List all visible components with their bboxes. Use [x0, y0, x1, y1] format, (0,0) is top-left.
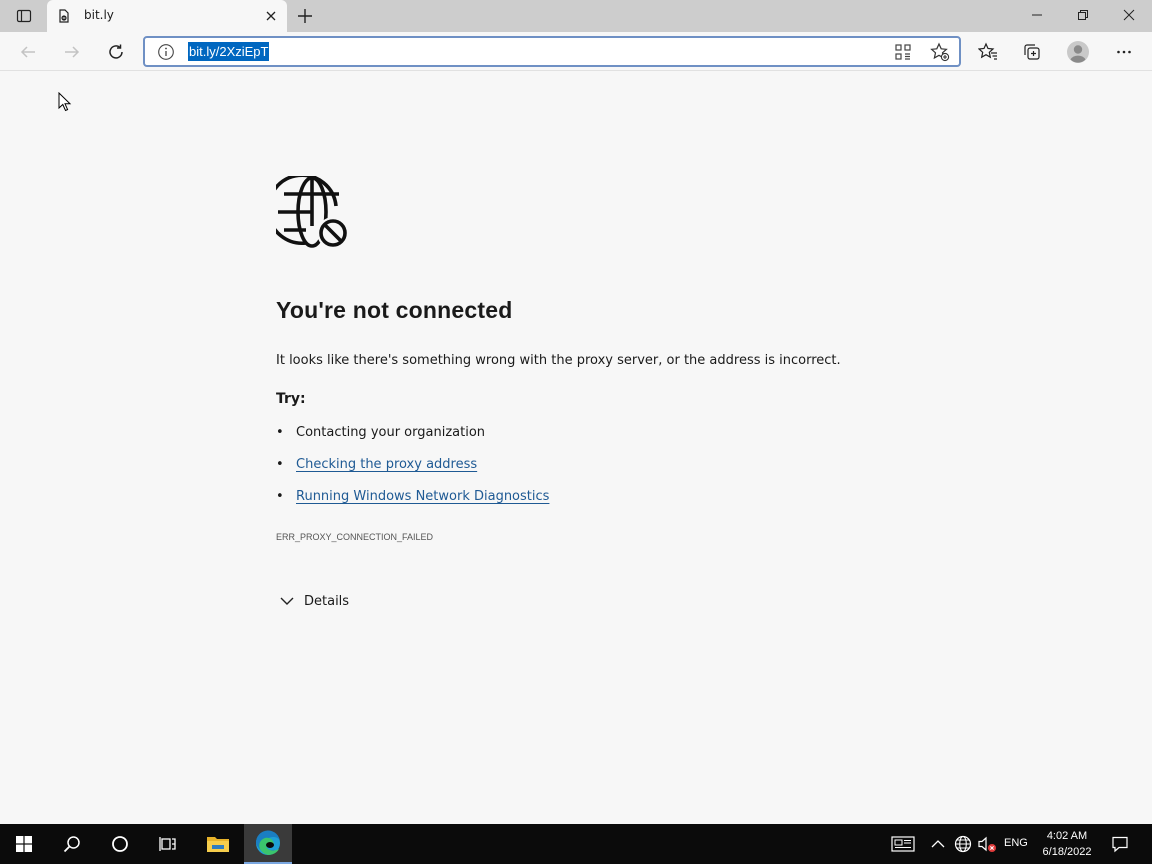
- globe-blocked-icon: [276, 176, 349, 249]
- file-explorer-button[interactable]: [194, 824, 242, 864]
- more-button[interactable]: [1109, 37, 1139, 67]
- network-diagnostics-link[interactable]: Running Windows Network Diagnostics: [296, 489, 549, 504]
- restore-icon: [1078, 10, 1088, 20]
- window-close-button[interactable]: [1106, 0, 1152, 30]
- cortana-icon: [112, 836, 128, 852]
- edge-icon: [255, 830, 280, 856]
- refresh-button[interactable]: [101, 37, 131, 67]
- clock-date: 6/18/2022: [1042, 846, 1092, 858]
- collections-icon: [1024, 44, 1040, 60]
- chevron-up-icon: [931, 840, 945, 848]
- search-icon: [63, 836, 80, 853]
- volume-muted-icon: [978, 836, 996, 852]
- try-heading: Try:: [276, 391, 306, 407]
- address-url[interactable]: bit.ly/2XziEpT: [188, 42, 270, 61]
- browser-tab-active[interactable]: bit.ly: [47, 0, 287, 32]
- apps-icon[interactable]: [894, 43, 912, 61]
- bullet-dot: •: [276, 489, 284, 504]
- details-toggle[interactable]: Details: [276, 591, 349, 611]
- tab-actions-icon: [16, 9, 32, 23]
- details-label: Details: [304, 593, 350, 609]
- network-button[interactable]: [952, 824, 974, 864]
- edge-taskbar-button[interactable]: [244, 824, 292, 864]
- news-button[interactable]: [886, 824, 920, 864]
- favorites-button[interactable]: [973, 37, 1003, 67]
- task-view-button[interactable]: [144, 824, 192, 864]
- news-icon: [891, 836, 915, 852]
- suggestion-contact-organization: Contacting your organization: [296, 425, 486, 440]
- collections-button[interactable]: [1017, 37, 1047, 67]
- error-description: It looks like there's something wrong wi…: [276, 353, 841, 368]
- clock-time: 4:02 AM: [1046, 830, 1088, 842]
- tab-close-button[interactable]: [263, 8, 279, 24]
- tab-strip: bit.ly: [0, 0, 1152, 32]
- task-view-icon: [159, 837, 176, 851]
- check-proxy-link[interactable]: Checking the proxy address: [296, 457, 477, 472]
- add-favorite-icon[interactable]: [930, 42, 950, 62]
- page-favicon: [59, 9, 69, 23]
- minimize-button[interactable]: [1014, 0, 1060, 30]
- taskbar-clock[interactable]: 4:02 AM 6/18/2022: [1036, 828, 1098, 860]
- cortana-button[interactable]: [96, 824, 144, 864]
- restore-button[interactable]: [1060, 0, 1106, 30]
- bullet-dot: •: [276, 457, 284, 472]
- show-hidden-icons-button[interactable]: [928, 824, 948, 864]
- error-title: You're not connected: [276, 297, 513, 323]
- search-button[interactable]: [48, 824, 96, 864]
- windows-start-icon: [16, 836, 32, 852]
- chevron-down-icon: [280, 597, 294, 605]
- more-icon: [1117, 50, 1131, 54]
- browser-toolbar: bit.ly/2XziEpT: [0, 32, 1152, 71]
- minimize-icon: [1032, 14, 1042, 16]
- network-icon: [954, 835, 972, 853]
- mouse-cursor: [58, 92, 72, 112]
- back-button[interactable]: [13, 37, 43, 67]
- address-bar[interactable]: bit.ly/2XziEpT: [143, 36, 961, 67]
- plus-icon: [298, 9, 312, 23]
- profile-button[interactable]: [1063, 37, 1093, 67]
- notifications-icon: [1112, 836, 1128, 853]
- windows-taskbar: ENG 4:02 AM 6/18/2022: [0, 824, 1152, 864]
- start-button[interactable]: [0, 824, 48, 864]
- back-icon: [20, 46, 35, 58]
- notifications-button[interactable]: [1106, 824, 1134, 864]
- favorites-icon: [978, 42, 997, 60]
- forward-icon: [65, 46, 80, 58]
- tab-actions-button[interactable]: [8, 4, 40, 28]
- error-code: ERR_PROXY_CONNECTION_FAILED: [276, 532, 434, 542]
- close-icon: [266, 11, 276, 21]
- file-explorer-icon: [207, 837, 229, 852]
- info-icon[interactable]: [157, 43, 175, 61]
- volume-button[interactable]: [975, 824, 999, 864]
- new-tab-button[interactable]: [293, 4, 317, 28]
- window-close-icon: [1123, 9, 1135, 21]
- bullet-dot: •: [276, 425, 284, 440]
- refresh-icon: [109, 44, 123, 59]
- input-language[interactable]: ENG: [1004, 837, 1028, 849]
- profile-avatar: [1067, 41, 1089, 63]
- forward-button[interactable]: [57, 37, 87, 67]
- tab-title: bit.ly: [84, 8, 114, 22]
